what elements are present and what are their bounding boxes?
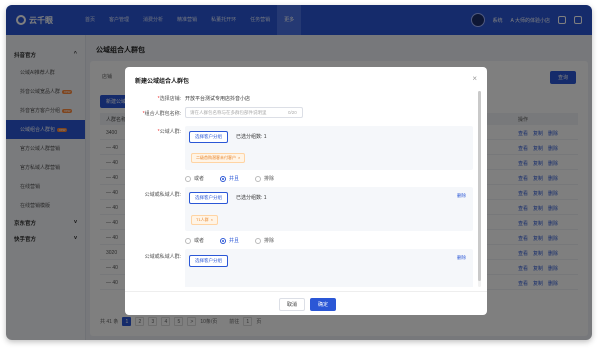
crowd-condition-panel-2 <box>185 187 473 231</box>
radio-and[interactable]: 并且 <box>220 175 239 182</box>
radio-exclude[interactable]: 排除 <box>255 175 274 182</box>
select-group-button[interactable]: 选择客户分组 <box>189 131 228 143</box>
delete-condition-button[interactable]: 删除 <box>457 255 466 261</box>
crowd-name-input[interactable]: 请在人群包名称与在多群包部件说明里 <box>185 107 303 118</box>
selected-group-count: 已选分组数: 1 <box>236 195 267 201</box>
scrollbar-thumb[interactable] <box>478 91 481 281</box>
dialog-footer: 取消 确定 <box>125 291 487 315</box>
radio-and[interactable]: 并且 <box>220 237 239 244</box>
remove-tag-icon[interactable]: × <box>238 155 240 160</box>
selected-group-count: 已选分组数: 1 <box>236 134 267 140</box>
create-crowd-dialog: 新建公域组合人群包 × *选择店铺: 开放平台测试专用店抖音小店 *组合人群包名… <box>125 67 487 315</box>
radio-or[interactable]: 或者 <box>185 175 204 182</box>
close-icon[interactable]: × <box>472 74 477 83</box>
section2-label: 公域或私域人群: <box>144 192 181 198</box>
crowd-condition-panel-3 <box>185 249 473 287</box>
dialog-body: *选择店铺: 开放平台测试专用店抖音小店 *组合人群包名称: 请在人群包名称与在… <box>125 91 477 287</box>
public-crowd-label: *公域人群: <box>157 129 181 135</box>
radio-exclude[interactable]: 排除 <box>255 237 274 244</box>
dialog-scrollbar[interactable] <box>478 91 481 287</box>
logic-radio-group: 或者 并且 排除 <box>185 237 274 244</box>
cancel-button[interactable]: 取消 <box>279 298 306 311</box>
name-char-counter: 0/20 <box>288 110 297 115</box>
crowd-tag: 二级首购潜客未付客户 × <box>191 153 246 163</box>
logic-radio-group: 或者 并且 排除 <box>185 175 274 182</box>
radio-or[interactable]: 或者 <box>185 237 204 244</box>
confirm-button[interactable]: 确定 <box>310 298 337 311</box>
app-window: 云千眼 首页 客户管理 消费分析 精准营销 私董托开环 任务营销 更多 系统 A… <box>6 5 592 340</box>
store-label: *选择店铺: <box>157 96 181 102</box>
select-group-button[interactable]: 选择客户分组 <box>189 192 228 204</box>
delete-condition-button[interactable]: 删除 <box>457 193 466 199</box>
crowd-name-label: *组合人群包名称: <box>142 111 181 117</box>
store-value: 开放平台测试专用店抖音小店 <box>185 96 251 102</box>
crowd-tag: T1人群 × <box>191 215 219 225</box>
dialog-title: 新建公域组合人群包 <box>135 79 190 85</box>
remove-tag-icon[interactable]: × <box>211 217 213 222</box>
crowd-condition-panel-1 <box>185 126 473 170</box>
section3-label: 公域或私域人群: <box>144 254 181 260</box>
select-group-button[interactable]: 选择客户分组 <box>189 255 228 267</box>
